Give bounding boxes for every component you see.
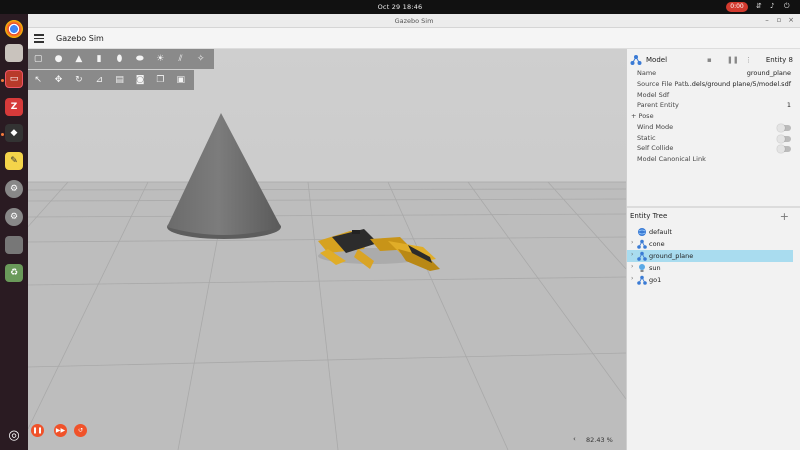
grid-icon[interactable]: ▤ [113, 73, 127, 87]
shapes-toolbar: ▢ ● ▲ ▮ ⬮ ⬬ ☀ ⫽ ✧ [28, 49, 214, 69]
pause-button[interactable]: ❚❚ [31, 424, 44, 437]
system-clock[interactable]: Oct 29 18:46 [0, 3, 800, 11]
cone-icon[interactable]: ▲ [72, 52, 86, 66]
real-time-factor: 82.43 % [586, 436, 613, 444]
menu-dots-icon[interactable]: ⋮ [745, 56, 752, 64]
chrome-icon[interactable] [5, 20, 23, 38]
model-icon [637, 251, 647, 261]
translate-icon[interactable]: ✥ [51, 73, 65, 87]
screenshot-icon[interactable]: ◙ [133, 73, 147, 87]
maximize-icon[interactable]: ▫ [774, 16, 784, 24]
window-title: Gazebo Sim [394, 17, 434, 25]
snap-icon[interactable]: ⊿ [92, 73, 106, 87]
recycle-icon[interactable]: ♻ [5, 264, 23, 282]
step-button[interactable]: ▶▶ [54, 424, 67, 437]
pause-updates-icon[interactable]: ❚❚ [727, 56, 739, 64]
wind-mode-toggle[interactable] [777, 124, 791, 132]
sphere-icon[interactable]: ● [51, 52, 65, 66]
collapse-stats-icon[interactable]: ‹ [573, 435, 576, 443]
entity-tree-title: Entity Tree [630, 212, 668, 220]
minimize-icon[interactable]: – [762, 16, 772, 24]
expand-arrow-icon[interactable]: › [631, 263, 633, 270]
self-collide-toggle[interactable] [777, 145, 791, 153]
inspector-row-parent: Parent Entity 1 [637, 101, 791, 109]
paste-icon[interactable]: ▣ [174, 73, 188, 87]
entity-tree-header: Entity Tree + [627, 207, 800, 225]
rotate-icon[interactable]: ↻ [72, 73, 86, 87]
reset-button[interactable]: ↺ [74, 424, 87, 437]
right-panel: Model ▪ ❚❚ ⋮ Entity 8 Name ground_plane … [626, 49, 800, 450]
app-header: Gazebo Sim [28, 28, 800, 49]
component-inspector-header: Model ▪ ❚❚ ⋮ Entity 8 [627, 51, 800, 69]
hamburger-menu-icon[interactable] [34, 32, 44, 44]
tree-item-sun[interactable]: › sun [627, 262, 793, 274]
expand-arrow-icon[interactable]: › [631, 239, 633, 246]
add-entity-button[interactable]: + [780, 210, 789, 223]
lock-icon[interactable]: ▪ [707, 56, 712, 64]
transform-toolbar: ↖ ✥ ↻ ⊿ ▤ ◙ ❐ ▣ [28, 70, 194, 90]
settings-icon[interactable]: ⚙ [5, 208, 23, 226]
network-icon[interactable]: ⇵ [756, 2, 762, 10]
tree-item-default[interactable]: default [627, 226, 793, 238]
notes-icon[interactable]: ✎ [5, 152, 23, 170]
system-top-bar: Oct 29 18:46 0:00 ⇵ ♪ ⏻ [0, 0, 800, 14]
canonical-link-row: Model Canonical Link [637, 155, 706, 163]
select-icon[interactable]: ↖ [31, 73, 45, 87]
files-icon[interactable] [5, 44, 23, 62]
static-toggle[interactable] [777, 135, 791, 143]
zotero-icon[interactable]: Z [5, 98, 23, 116]
tree-item-ground-plane[interactable]: › ground_plane [627, 250, 793, 262]
ellipsoid-icon[interactable]: ⬬ [133, 52, 147, 66]
model-icon [630, 55, 642, 65]
trash-icon[interactable] [5, 236, 23, 254]
box-icon[interactable]: ◆ [5, 124, 23, 142]
inspector-title: Model [646, 56, 668, 64]
application-dock: ▭ Z ◆ ✎ ⚙ ⚙ ♻ ◎ [0, 14, 28, 450]
world-icon [638, 228, 646, 236]
desktop: Oct 29 18:46 0:00 ⇵ ♪ ⏻ ▭ Z ◆ ✎ ⚙ ⚙ ♻ ◎ … [0, 0, 800, 450]
scene-render [28, 49, 626, 450]
model-icon [637, 239, 647, 249]
light-icon [639, 264, 645, 272]
model-icon [637, 275, 647, 285]
window-title-bar: Gazebo Sim – ▫ × [28, 14, 800, 28]
wind-mode-row: Wind Mode [637, 123, 800, 134]
pose-expander[interactable]: + Pose [631, 112, 795, 123]
entity-id: Entity 8 [765, 56, 793, 64]
power-icon[interactable]: ⏻ [784, 2, 790, 11]
cylinder-icon[interactable]: ▮ [92, 52, 106, 66]
expand-arrow-icon[interactable]: › [631, 275, 633, 282]
volume-icon[interactable]: ♪ [770, 2, 774, 10]
inspector-row-source: Source File Path ...dels/ground plane/5/… [637, 80, 791, 88]
expand-arrow-icon[interactable]: › [631, 251, 633, 258]
self-collide-row: Self Collide [637, 144, 800, 155]
tree-item-go1[interactable]: › go1 [627, 274, 793, 286]
ubuntu-icon[interactable]: ◎ [5, 426, 23, 444]
copy-icon[interactable]: ❐ [153, 73, 167, 87]
close-icon[interactable]: × [786, 16, 796, 24]
terminal-icon[interactable]: ▭ [5, 70, 23, 88]
recording-indicator[interactable]: 0:00 [726, 2, 748, 12]
tree-item-cone[interactable]: › cone [627, 238, 793, 250]
spot-light-icon[interactable]: ✧ [194, 52, 208, 66]
app-title: Gazebo Sim [56, 34, 104, 43]
capsule-icon[interactable]: ⬮ [112, 52, 126, 66]
3d-viewport[interactable]: ▢ ● ▲ ▮ ⬮ ⬬ ☀ ⫽ ✧ ↖ ✥ ↻ ⊿ ▤ ◙ ❐ ▣ ❚❚ ▶▶ … [28, 49, 626, 450]
settings-icon[interactable]: ⚙ [5, 180, 23, 198]
directional-light-icon[interactable]: ⫽ [173, 52, 187, 66]
inspector-row-name: Name ground_plane [637, 69, 791, 77]
box-icon[interactable]: ▢ [31, 52, 45, 66]
sun-icon[interactable]: ☀ [153, 52, 167, 66]
